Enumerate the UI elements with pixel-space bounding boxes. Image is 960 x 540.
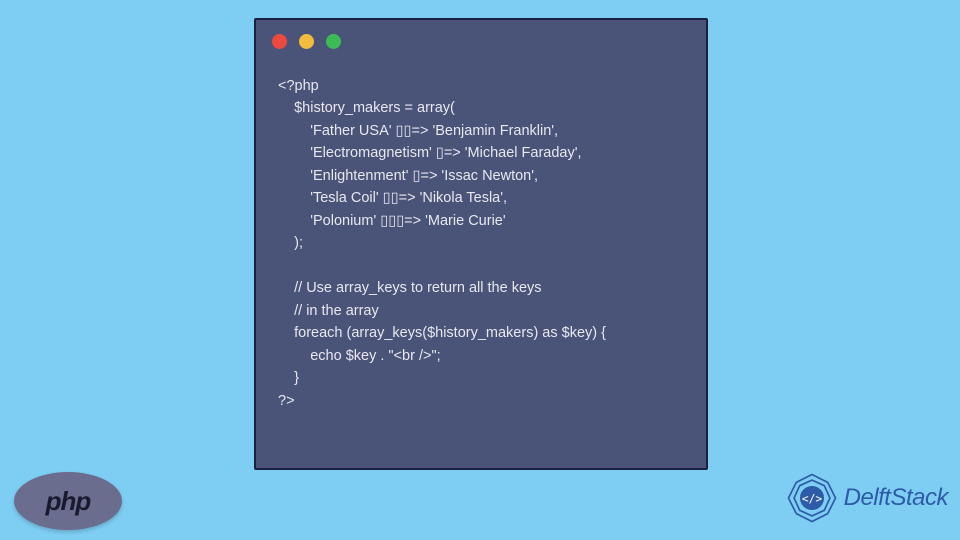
svg-text:</>: </> — [802, 492, 822, 505]
code-line: foreach (array_keys($history_makers) as … — [278, 325, 606, 341]
code-line: ?> — [278, 393, 295, 409]
delftstack-icon: </> — [784, 470, 840, 526]
minimize-icon — [299, 34, 314, 49]
code-line: 'Polonium' ▯▯▯=> 'Marie Curie' — [278, 213, 506, 229]
code-line: ); — [278, 235, 303, 251]
code-line: // in the array — [278, 303, 379, 319]
code-line: 'Enlightenment' ▯=> 'Issac Newton', — [278, 168, 538, 184]
window-controls — [256, 20, 706, 63]
code-content: <?php $history_makers = array( 'Father U… — [256, 63, 706, 424]
php-logo: php — [14, 472, 122, 530]
code-line: <?php — [278, 78, 319, 94]
delftstack-text: DelftStack — [844, 484, 948, 512]
code-line: 'Tesla Coil' ▯▯=> 'Nikola Tesla', — [278, 190, 507, 206]
maximize-icon — [326, 34, 341, 49]
code-line: 'Father USA' ▯▯=> 'Benjamin Franklin', — [278, 123, 558, 139]
php-logo-text: php — [46, 486, 91, 517]
code-line: echo $key . "<br />"; — [278, 348, 441, 364]
code-window: <?php $history_makers = array( 'Father U… — [254, 18, 708, 470]
close-icon — [272, 34, 287, 49]
code-line: 'Electromagnetism' ▯=> 'Michael Faraday'… — [278, 145, 582, 161]
code-line: } — [278, 370, 299, 386]
delftstack-logo: </> DelftStack — [784, 470, 948, 526]
code-line: // Use array_keys to return all the keys — [278, 280, 542, 296]
code-line: $history_makers = array( — [278, 100, 455, 116]
